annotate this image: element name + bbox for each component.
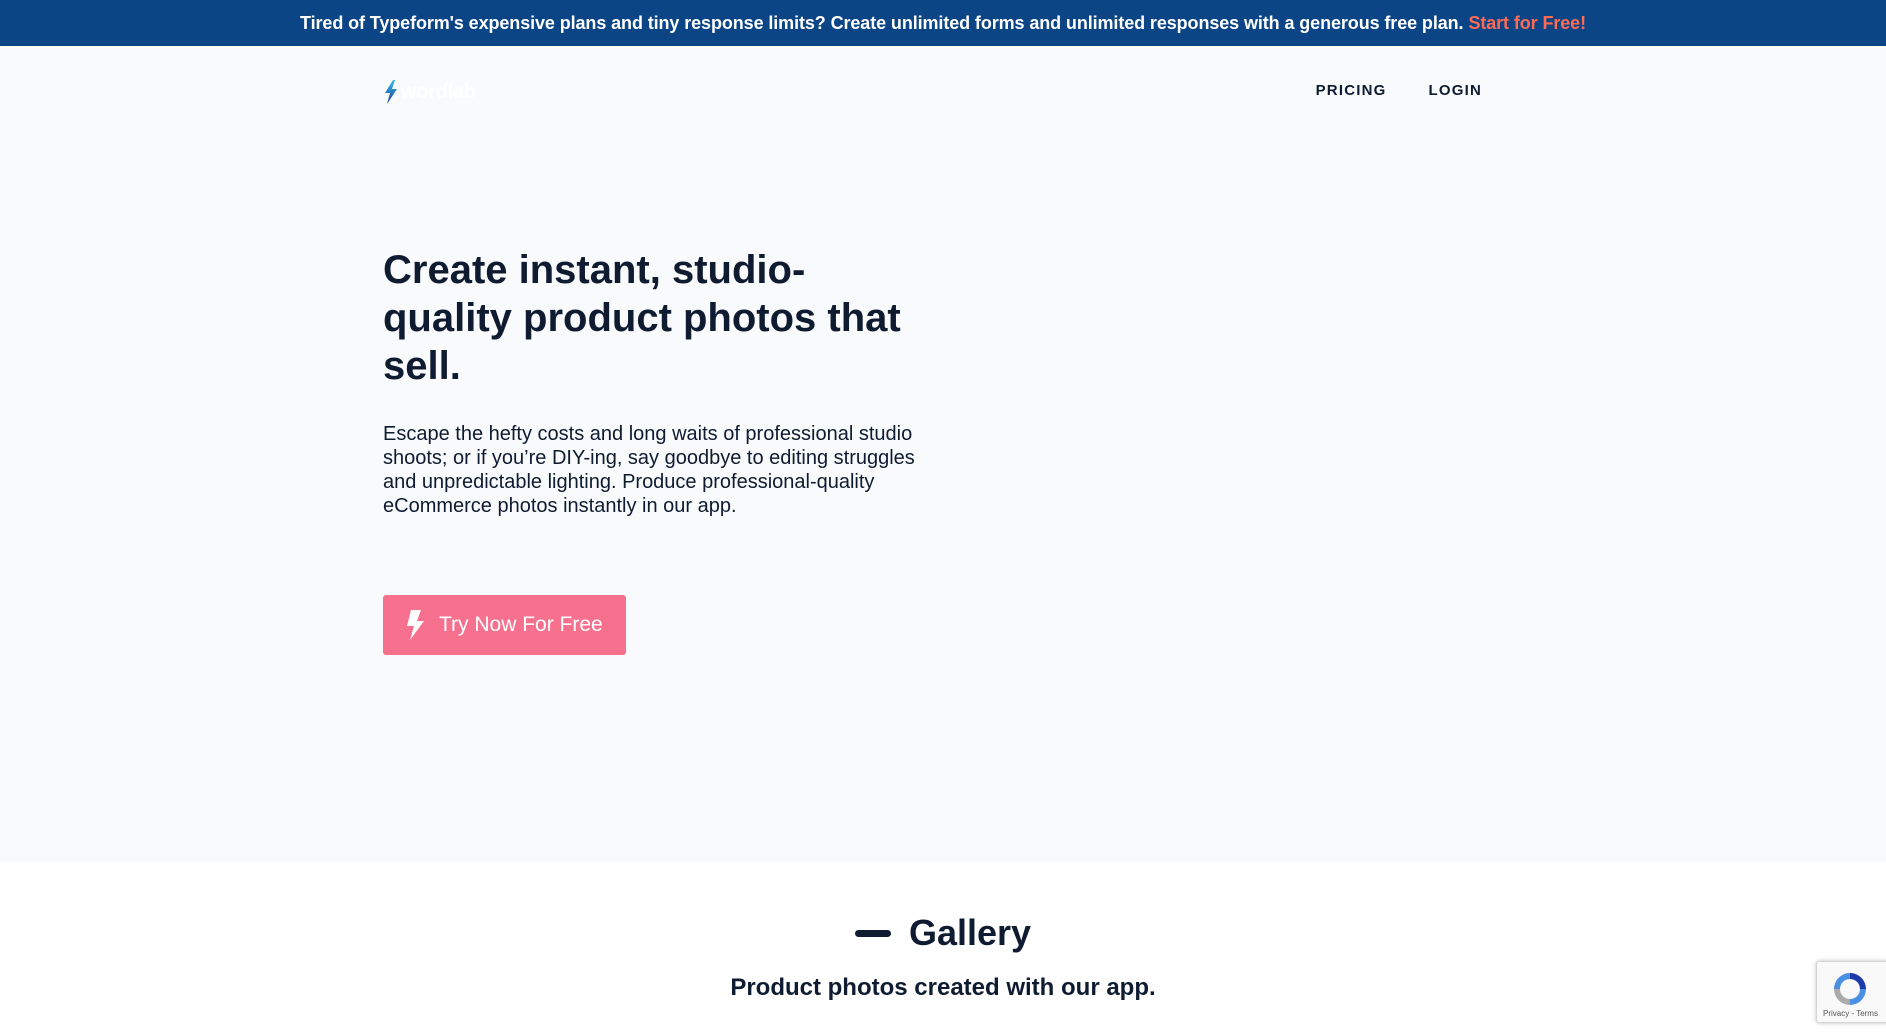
hero-title: Create instant, studio-quality product p… bbox=[383, 248, 901, 388]
recaptcha-icon bbox=[1831, 970, 1869, 1013]
gallery-heading: Gallery bbox=[0, 912, 1886, 954]
start-for-free-link[interactable]: Start for Free! bbox=[1468, 13, 1586, 34]
hero-section: Create instant, studio-quality product p… bbox=[0, 136, 1886, 862]
gallery-title: Gallery bbox=[908, 912, 1032, 953]
recaptcha-badge[interactable]: Privacy - Terms bbox=[1816, 961, 1886, 1023]
nav-links: PRICING LOGIN bbox=[1316, 82, 1482, 99]
logo[interactable]: wordlab bbox=[383, 79, 476, 105]
gallery-subtitle: Product photos created with our app. bbox=[730, 974, 1156, 1001]
nav-link-login[interactable]: LOGIN bbox=[1429, 82, 1483, 99]
recaptcha-terms[interactable]: Privacy - Terms bbox=[1823, 1009, 1878, 1018]
gallery-section: Gallery Product photos created with our … bbox=[0, 862, 1886, 1036]
lightning-bolt-icon bbox=[405, 610, 425, 640]
heading-dash bbox=[854, 929, 891, 937]
try-now-button[interactable]: Try Now For Free bbox=[383, 595, 626, 655]
logo-text: wordlab bbox=[401, 80, 476, 103]
promo-banner: Tired of Typeform's expensive plans and … bbox=[0, 0, 1886, 46]
top-nav: wordlab PRICING LOGIN bbox=[0, 46, 1886, 136]
hero-subtitle: Escape the hefty costs and long waits of… bbox=[383, 423, 915, 517]
try-now-label: Try Now For Free bbox=[439, 613, 603, 636]
nav-link-pricing[interactable]: PRICING bbox=[1316, 82, 1387, 99]
promo-text: Tired of Typeform's expensive plans and … bbox=[300, 12, 1464, 33]
lightning-bolt-icon bbox=[383, 80, 399, 104]
